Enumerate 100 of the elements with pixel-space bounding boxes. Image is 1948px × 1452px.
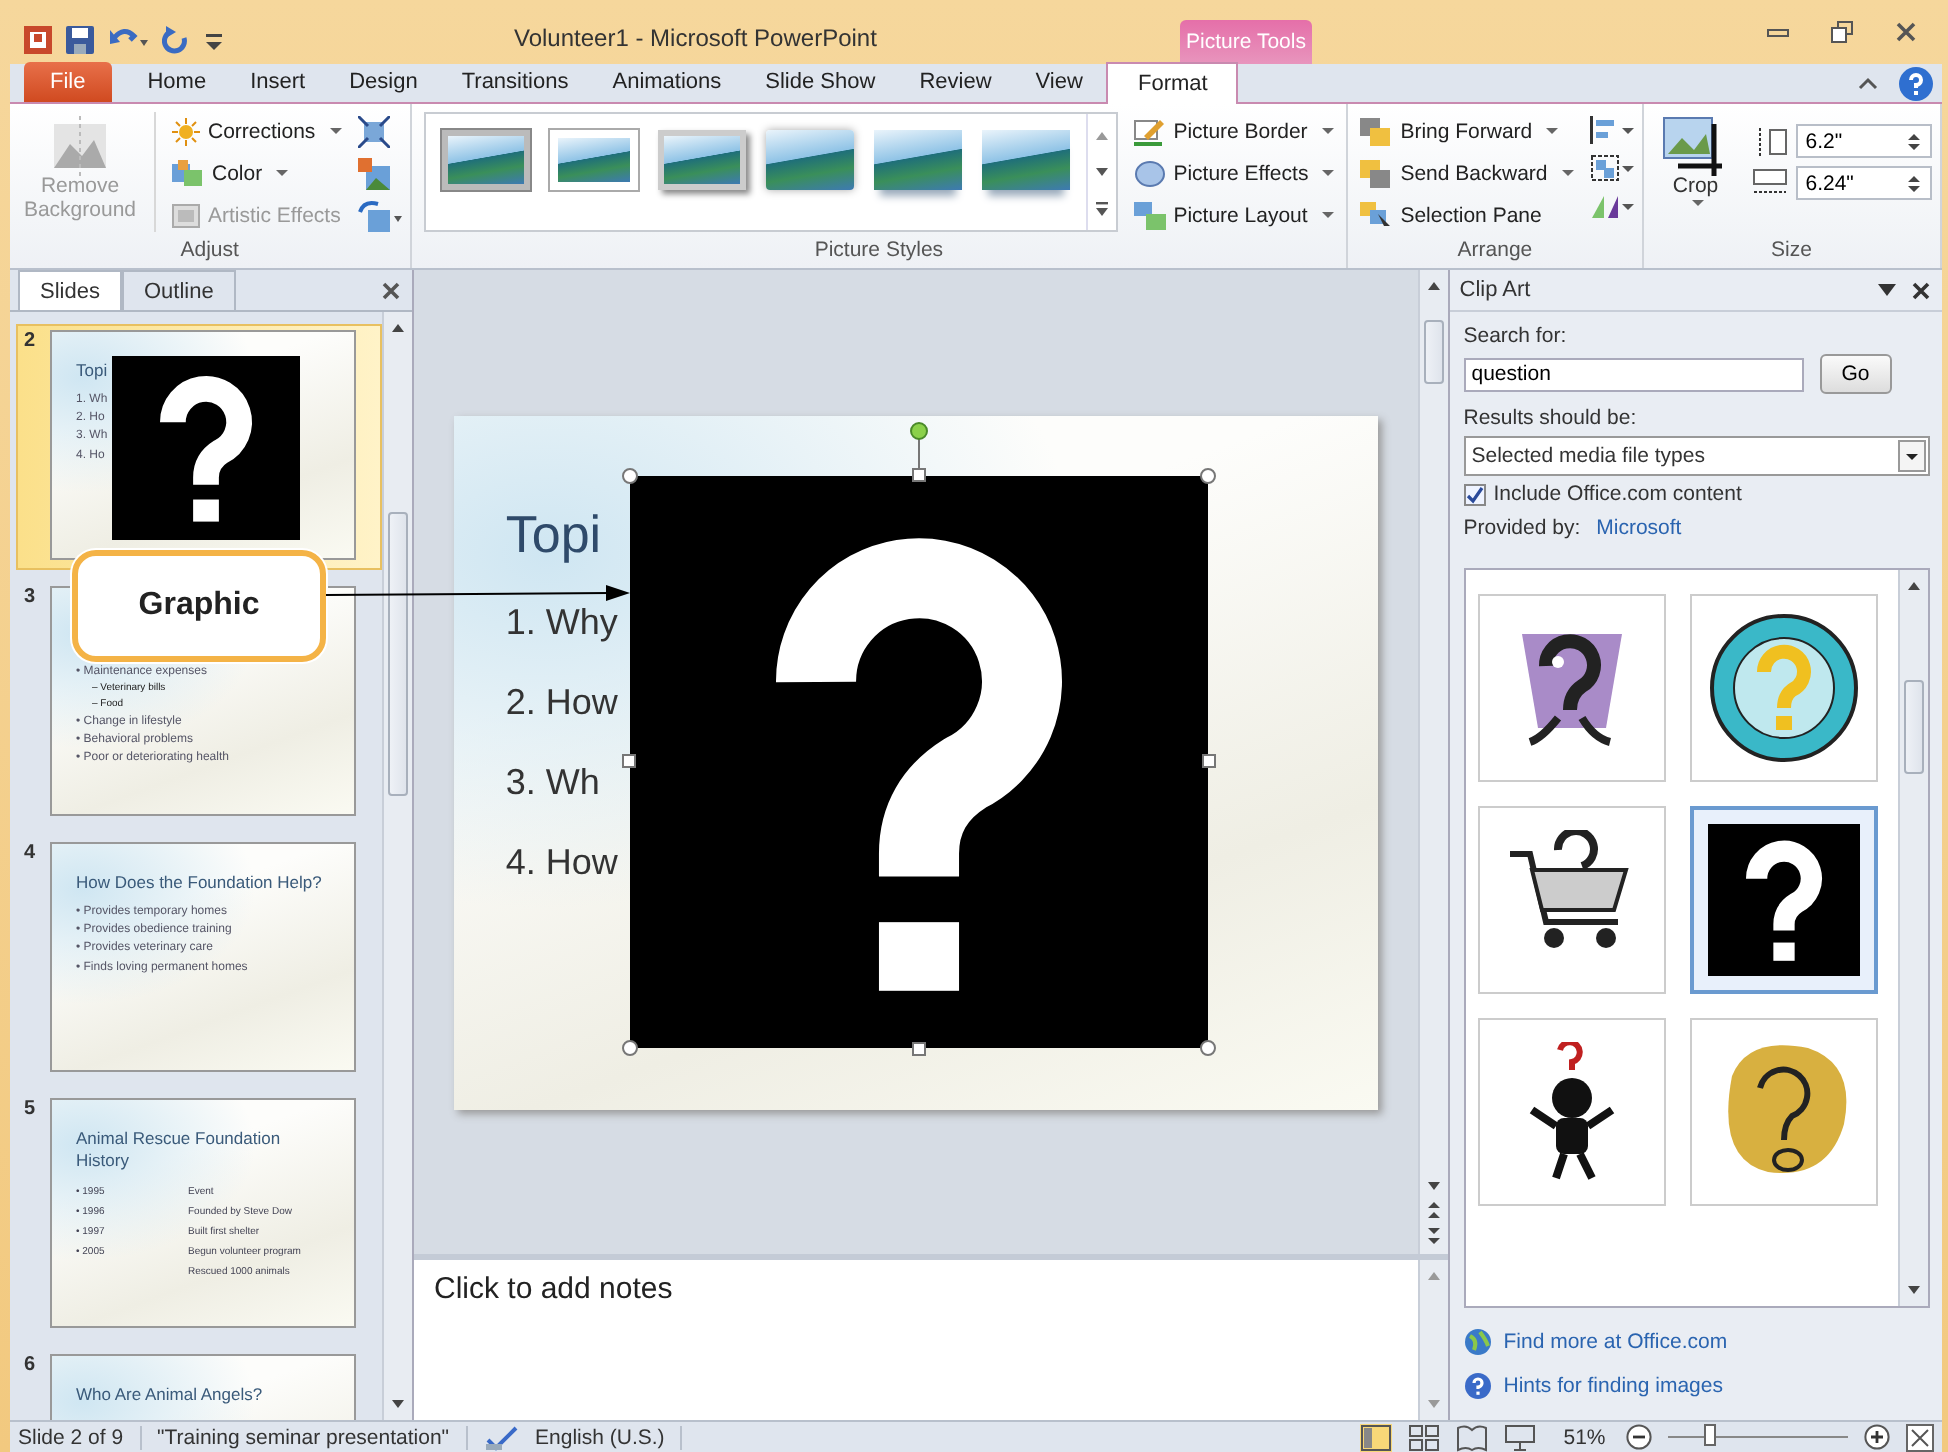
clip-art-result[interactable] [1689,594,1878,782]
picture-style-option[interactable] [765,130,854,190]
clip-art-result[interactable] [1689,1018,1878,1206]
zoom-level[interactable]: 51% [1563,1425,1606,1449]
clip-art-result[interactable] [1477,594,1666,782]
panel-tab[interactable]: Slides [18,270,122,310]
group-objects-icon[interactable] [1589,154,1634,182]
scroll-up-icon[interactable] [1905,578,1922,594]
close-icon[interactable] [382,281,400,299]
ribbon-tab[interactable]: File [24,62,112,102]
clip-art-result[interactable] [1689,806,1878,994]
search-field[interactable]: question [1463,357,1804,391]
checkbox[interactable] [1463,483,1486,505]
scrollbar[interactable] [1417,270,1448,1254]
notes-field[interactable]: Click to add notes [414,1260,1418,1420]
slide-sorter-icon[interactable] [1407,1423,1440,1451]
command-button[interactable]: Corrections [168,112,346,150]
fit-to-window-icon[interactable] [1905,1423,1934,1451]
ribbon-tab[interactable]: Review [899,62,1012,102]
clip-art-result[interactable] [1477,806,1666,994]
collapse-ribbon-icon[interactable] [1857,75,1878,91]
spelling-check-icon[interactable] [483,1423,520,1451]
scroll-thumb[interactable] [388,512,408,796]
panel-tab[interactable]: Outline [121,270,236,310]
picture-style-option[interactable] [981,130,1070,190]
scroll-thumb[interactable] [1903,680,1924,774]
slide-thumbnail-row[interactable]: 6 Who Are Animal Angels? [16,1348,382,1420]
spinner-icon[interactable] [1905,129,1922,153]
ribbon-tab[interactable]: Animations [592,62,742,102]
scroll-down-icon[interactable] [1425,1178,1442,1194]
resize-handle[interactable] [621,467,638,483]
ribbon-tab[interactable]: View [1015,62,1103,102]
compress-pictures-icon[interactable] [357,116,390,148]
height-field[interactable]: 6.2" [1795,124,1932,158]
normal-view-icon[interactable] [1359,1423,1392,1451]
picture-style-option[interactable] [873,130,962,190]
width-field[interactable]: 6.24" [1795,166,1932,200]
command-button[interactable]: Bring Forward [1356,112,1578,150]
go-button[interactable]: Go [1819,354,1892,394]
dropdown-icon[interactable] [1897,440,1926,472]
reading-view-icon[interactable] [1455,1423,1488,1451]
provider-link[interactable]: Microsoft [1596,516,1682,540]
rotation-handle[interactable] [909,421,928,439]
ribbon-tab[interactable]: Home [127,62,227,102]
ribbon-tab[interactable]: Format [1106,62,1239,104]
ribbon-tab[interactable]: Insert [230,62,326,102]
command-button[interactable]: Selection Pane [1356,196,1578,234]
scrollbar[interactable] [1897,570,1928,1306]
spinner-icon[interactable] [1905,171,1922,195]
ribbon-tab[interactable]: Slide Show [745,62,896,102]
close-icon[interactable] [1911,281,1930,299]
scroll-down-icon[interactable] [1905,1282,1922,1298]
help-link[interactable]: Find more at Office.com [1463,1328,1930,1356]
redo-icon[interactable] [162,26,190,54]
restore-icon[interactable] [1829,20,1854,44]
ribbon-tab[interactable]: Transitions [441,62,589,102]
slide-list-item: 1. Why [505,601,620,643]
rotate-icon[interactable] [1589,192,1634,220]
picture-style-option[interactable] [441,130,530,190]
command-button[interactable]: Picture Effects [1129,154,1339,192]
slide-list-item: 3. Wh [505,761,602,803]
checkbox-label: Include Office.com content [1493,482,1742,506]
sun-icon [172,117,200,145]
zoom-in-icon[interactable] [1863,1424,1890,1450]
picture-style-option[interactable] [657,130,746,190]
zoom-slider-thumb[interactable] [1704,1424,1717,1446]
command-button[interactable]: Picture Border [1129,112,1339,150]
resize-handle[interactable] [1199,467,1216,483]
media-type-dropdown[interactable]: Selected media file types [1463,436,1930,476]
scroll-up-icon[interactable] [390,320,406,336]
next-slide-icon[interactable] [1425,1226,1442,1246]
scroll-thumb[interactable] [1423,320,1444,384]
pane-menu-icon[interactable] [1877,284,1896,296]
close-icon[interactable] [1893,20,1918,44]
save-icon[interactable] [66,26,94,54]
slide-show-icon[interactable] [1503,1423,1536,1451]
question-mark-picture[interactable] [629,475,1208,1047]
scroll-up-icon[interactable] [1425,278,1442,294]
change-picture-icon[interactable] [357,158,390,190]
help-link[interactable]: Hints for finding images [1463,1372,1930,1400]
crop-button[interactable]: Crop [1651,112,1740,210]
ribbon-tab[interactable]: Design [329,62,438,102]
slide-canvas[interactable]: Topi 1. Why 2. How 3. Wh 4. How [453,415,1378,1109]
command-button[interactable]: Send Backward [1356,154,1578,192]
resize-handle[interactable] [911,467,926,481]
slide-thumbnail[interactable]: Who Are Animal Angels? [50,1354,356,1420]
command-button[interactable]: Color [168,154,346,192]
resize-handle[interactable] [621,753,636,767]
align-icon[interactable] [1589,116,1634,144]
scrollbar[interactable] [382,312,412,1420]
app-logo-icon[interactable] [24,26,52,54]
clip-art-result[interactable] [1477,1018,1666,1206]
previous-slide-icon[interactable] [1425,1200,1442,1220]
scroll-down-icon[interactable] [390,1396,406,1412]
command-button[interactable]: Picture Layout [1129,196,1339,234]
reset-picture-icon[interactable] [357,200,402,232]
resize-handle[interactable] [621,1039,638,1055]
zoom-out-icon[interactable] [1625,1424,1652,1450]
help-icon[interactable] [1897,65,1934,101]
caret-icon [1322,170,1335,176]
